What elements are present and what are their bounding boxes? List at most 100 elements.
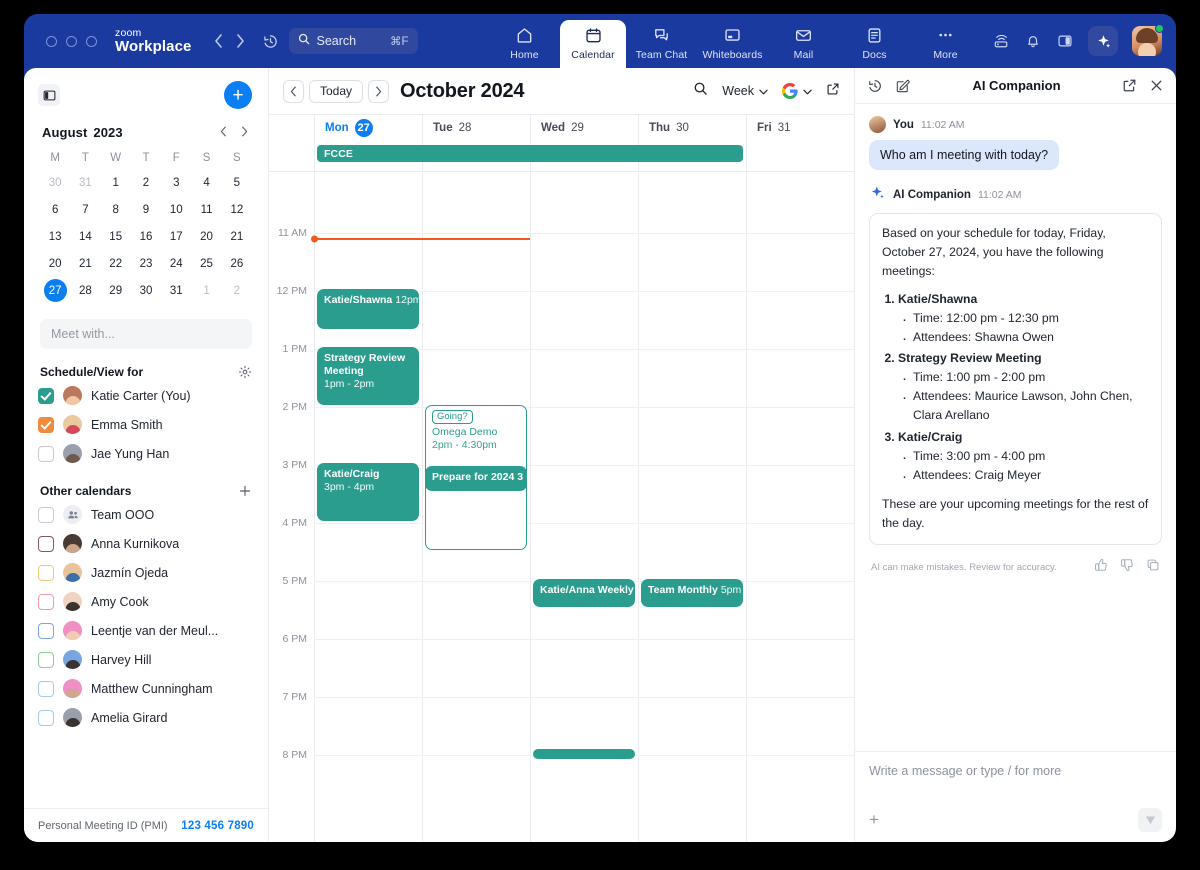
nav-forward-button[interactable] (230, 28, 252, 54)
other-calendar-checkbox[interactable] (38, 623, 54, 639)
day-header[interactable]: Tue28 (422, 115, 530, 141)
mini-calendar-day[interactable]: 29 (101, 278, 131, 303)
day-column[interactable] (638, 172, 746, 842)
other-calendar-checkbox[interactable] (38, 565, 54, 581)
calendar-event[interactable]: Katie/Craig3pm - 4pm (317, 463, 419, 521)
google-account-selector[interactable] (782, 82, 812, 100)
mini-calendar-next-button[interactable] (241, 125, 248, 140)
tab-more[interactable]: More (910, 20, 981, 68)
mini-calendar-day[interactable]: 26 (222, 251, 252, 276)
mini-calendar-day[interactable]: 21 (222, 224, 252, 249)
mini-calendar-day[interactable]: 20 (40, 251, 70, 276)
day-column[interactable] (746, 172, 854, 842)
plus-icon[interactable]: + (869, 810, 879, 830)
tab-home[interactable]: Home (489, 20, 560, 68)
day-column[interactable] (530, 172, 638, 842)
mini-calendar-day[interactable]: 23 (131, 251, 161, 276)
mini-calendar-prev-button[interactable] (220, 125, 227, 140)
schedule-person-checkbox[interactable] (38, 388, 54, 404)
schedule-person-checkbox[interactable] (38, 446, 54, 462)
schedule-person-checkbox[interactable] (38, 417, 54, 433)
mini-calendar-day[interactable]: 8 (101, 197, 131, 222)
view-selector[interactable]: Week (722, 84, 768, 98)
tab-whiteboards[interactable]: Whiteboards (697, 20, 768, 68)
mini-calendar-day[interactable]: 1 (191, 278, 221, 303)
mini-calendar-day[interactable]: 22 (101, 251, 131, 276)
other-calendar-checkbox[interactable] (38, 594, 54, 610)
search-input[interactable]: Search ⌘F (289, 28, 418, 54)
calendar-event[interactable]: Strategy Review Meeting1pm - 2pm (317, 347, 419, 405)
minimize-window-button[interactable] (66, 36, 77, 47)
clock-history-icon[interactable] (262, 33, 279, 50)
thumbs-up-icon[interactable] (1094, 558, 1108, 577)
calendar-event[interactable] (533, 749, 635, 759)
mini-calendar-day[interactable]: 20 (191, 224, 221, 249)
close-window-button[interactable] (46, 36, 57, 47)
window-traffic-lights[interactable] (46, 36, 97, 47)
other-calendar-row[interactable]: Jazmín Ojeda (38, 558, 258, 587)
mini-calendar-day[interactable]: 14 (70, 224, 100, 249)
mini-calendar-day[interactable]: 30 (40, 170, 70, 195)
other-calendar-row[interactable]: Anna Kurnikova (38, 529, 258, 558)
mini-calendar-day[interactable]: 7 (70, 197, 100, 222)
mini-calendar-day[interactable]: 1 (101, 170, 131, 195)
mini-calendar-day[interactable]: 31 (161, 278, 191, 303)
bell-icon[interactable] (1024, 32, 1042, 50)
all-day-event[interactable]: FCCE (317, 145, 743, 162)
send-icon[interactable] (1138, 808, 1162, 832)
today-button[interactable]: Today (309, 80, 363, 103)
other-calendar-row[interactable]: Matthew Cunningham (38, 674, 258, 703)
mini-calendar-day[interactable]: 12 (222, 197, 252, 222)
user-avatar[interactable] (1132, 26, 1162, 56)
other-calendar-row[interactable]: Amy Cook (38, 587, 258, 616)
panel-left-icon[interactable] (38, 84, 60, 106)
day-header[interactable]: Mon27 (314, 115, 422, 141)
mini-calendar-day[interactable]: 10 (161, 197, 191, 222)
calendar-event[interactable]: Katie/Shawna12pm (317, 289, 419, 329)
ai-composer[interactable]: Write a message or type / for more + (855, 751, 1176, 842)
schedule-person-row[interactable]: Emma Smith (38, 410, 258, 439)
other-calendar-checkbox[interactable] (38, 536, 54, 552)
day-header[interactable]: Wed29 (530, 115, 638, 141)
mini-calendar-day[interactable]: 24 (161, 251, 191, 276)
gear-icon[interactable] (238, 365, 252, 379)
thumbs-down-icon[interactable] (1120, 558, 1134, 577)
mini-calendar-day[interactable]: 25 (191, 251, 221, 276)
cast-icon[interactable] (992, 32, 1010, 50)
nav-back-button[interactable] (208, 28, 230, 54)
calendar-prev-button[interactable] (283, 80, 304, 103)
create-event-button[interactable]: + (224, 81, 252, 109)
day-header[interactable]: Thu30 (638, 115, 746, 141)
other-calendar-row[interactable]: Harvey Hill (38, 645, 258, 674)
mini-calendar-day[interactable]: 2 (131, 170, 161, 195)
mini-calendar-day[interactable]: 27 (40, 278, 70, 303)
calendar-event[interactable]: Team Monthly5pm (641, 579, 743, 607)
mini-calendar-day[interactable]: 30 (131, 278, 161, 303)
mini-calendar-day[interactable]: 5 (222, 170, 252, 195)
calendar-event[interactable]: Katie/Anna Weekly (533, 579, 635, 607)
mini-calendar-day[interactable]: 9 (131, 197, 161, 222)
schedule-person-row[interactable]: Katie Carter (You) (38, 381, 258, 410)
calendar-next-button[interactable] (368, 80, 389, 103)
ai-sparkle-icon[interactable] (1088, 26, 1118, 56)
tab-team-chat[interactable]: Team Chat (626, 20, 697, 68)
mini-calendar-day[interactable]: 11 (191, 197, 221, 222)
mini-calendar-day[interactable]: 31 (70, 170, 100, 195)
ai-expand-icon[interactable] (1122, 78, 1137, 93)
ai-history-icon[interactable] (867, 78, 883, 94)
other-calendar-checkbox[interactable] (38, 507, 54, 523)
close-icon[interactable] (1149, 78, 1164, 93)
mini-calendar-day[interactable]: 13 (40, 224, 70, 249)
day-header[interactable]: Fri31 (746, 115, 854, 141)
meet-with-input[interactable]: Meet with... (40, 319, 252, 349)
other-calendar-row[interactable]: Team OOO (38, 500, 258, 529)
copy-icon[interactable] (1146, 558, 1160, 577)
tab-mail[interactable]: Mail (768, 20, 839, 68)
ai-message-input[interactable]: Write a message or type / for more (869, 764, 1162, 800)
mini-calendar-day[interactable]: 16 (131, 224, 161, 249)
tab-calendar[interactable]: Calendar (560, 20, 626, 68)
pmi-value[interactable]: 123 456 7890 (181, 820, 254, 832)
other-calendar-row[interactable]: Leentje van der Meul... (38, 616, 258, 645)
panel-toggle-icon[interactable] (1056, 32, 1074, 50)
maximize-window-button[interactable] (86, 36, 97, 47)
